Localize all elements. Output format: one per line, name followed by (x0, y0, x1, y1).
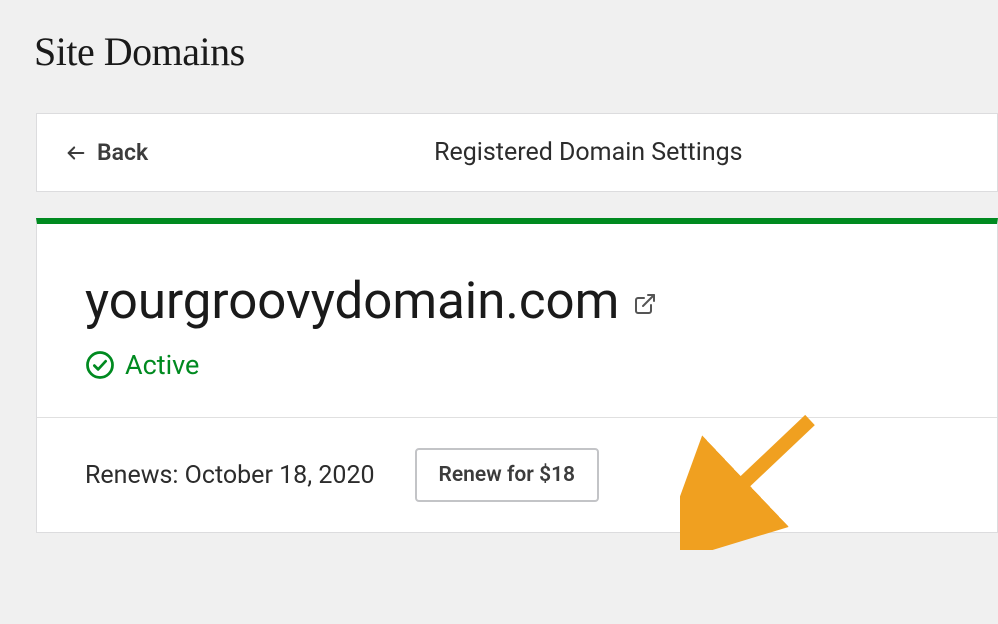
status-row: Active (85, 349, 949, 381)
domain-card-body: yourgroovydomain.com Active (37, 224, 997, 418)
domain-row: yourgroovydomain.com (85, 272, 949, 331)
external-link-icon[interactable] (633, 292, 657, 316)
domain-card: yourgroovydomain.com Active Renews: Octo… (36, 218, 998, 533)
back-button[interactable]: Back (65, 139, 148, 166)
back-label: Back (97, 139, 148, 166)
renew-button[interactable]: Renew for $18 (415, 448, 600, 502)
check-circle-icon (85, 350, 115, 380)
status-badge: Active (125, 349, 199, 381)
domain-name: yourgroovydomain.com (85, 272, 619, 331)
renew-date-label: Renews: October 18, 2020 (85, 461, 375, 490)
settings-header-panel: Back Registered Domain Settings (36, 113, 998, 192)
panel-header: Back Registered Domain Settings (37, 114, 997, 191)
page-title: Site Domains (0, 0, 998, 75)
arrow-left-icon (65, 142, 87, 164)
panel-title: Registered Domain Settings (434, 138, 742, 167)
domain-card-footer: Renews: October 18, 2020 Renew for $18 (37, 418, 997, 532)
